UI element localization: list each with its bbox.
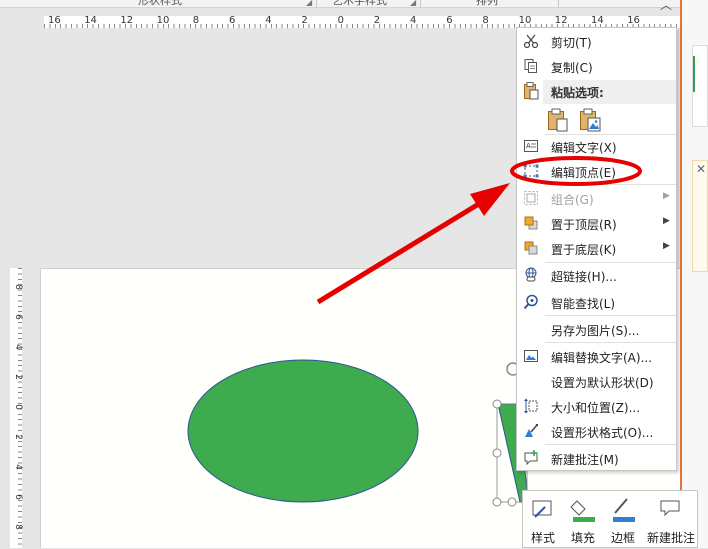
alt-text-icon (524, 350, 538, 362)
scissors-icon (523, 34, 539, 49)
menu-item-bring-to-front[interactable]: 置于顶层(R) ▶ (517, 211, 676, 236)
green-ellipse-shape[interactable] (187, 359, 419, 503)
new-comment-icon (524, 450, 538, 466)
submenu-arrow-icon: ▶ (663, 241, 670, 251)
mini-new-comment-button[interactable]: 新建批注 (643, 491, 699, 549)
menu-item-label: 新建批注(M) (551, 453, 619, 467)
paste-keep-format-icon[interactable] (547, 108, 569, 132)
mini-toolbar: 样式 填充 边框 新建批注 (522, 490, 698, 548)
paste-options-header: 粘贴选项: (543, 80, 676, 104)
svg-text:A: A (526, 142, 531, 150)
menu-item-save-as-picture[interactable]: 另存为图片(S)... (517, 317, 676, 342)
menu-item-format-shape[interactable]: 设置形状格式(O)... (517, 419, 676, 444)
mini-fill-button[interactable]: 填充 (563, 491, 603, 549)
side-panel-indicator (693, 56, 695, 92)
close-icon[interactable]: ✕ (696, 162, 706, 176)
menu-item-label: 超链接(H)... (551, 270, 617, 284)
menu-item-label: 设置形状格式(O)... (551, 426, 654, 440)
menu-item-label: 复制(C) (551, 61, 593, 75)
menu-item-label: 剪切(T) (551, 36, 592, 50)
mini-border-label: 边框 (610, 531, 635, 545)
edit-points-icon (523, 164, 539, 178)
mini-comment-label: 新建批注 (646, 531, 695, 545)
menu-item-label: 编辑顶点(E) (551, 166, 616, 180)
menu-separator (545, 315, 676, 316)
pen-outline-icon (613, 498, 635, 522)
format-shape-icon (525, 424, 538, 437)
paste-as-picture-icon[interactable] (579, 108, 601, 132)
menu-item-label: 大小和位置(Z)... (551, 401, 641, 415)
comment-bubble-icon (660, 500, 680, 517)
submenu-arrow-icon: ▶ (663, 191, 670, 201)
resize-handle[interactable] (492, 399, 502, 409)
mini-border-button[interactable]: 边框 (603, 491, 643, 549)
resize-handle[interactable] (492, 448, 502, 458)
context-menu: 剪切(T) 复制(C) 粘贴选项: A 编辑文字(X) 编辑顶点(E) 组合(G… (516, 27, 677, 471)
group-icon (524, 191, 538, 205)
menu-item-label: 设置为默认形状(D) (551, 376, 654, 390)
edit-text-icon: A (524, 140, 538, 152)
menu-item-edit-text[interactable]: A 编辑文字(X) (517, 134, 676, 159)
menu-item-label: 另存为图片(S)... (551, 324, 640, 338)
mini-fill-label: 填充 (570, 531, 595, 545)
smart-lookup-icon (523, 294, 538, 310)
menu-separator (545, 342, 676, 343)
menu-item-smart-lookup[interactable]: 智能查找(L) (517, 290, 676, 315)
menu-item-label: 智能查找(L) (551, 297, 616, 311)
menu-item-label: 编辑文字(X) (551, 141, 617, 155)
menu-item-cut[interactable]: 剪切(T) (517, 29, 676, 54)
resize-handle[interactable] (492, 497, 502, 507)
menu-item-send-to-back[interactable]: 置于底层(K) ▶ (517, 236, 676, 261)
menu-item-copy[interactable]: 复制(C) (517, 54, 676, 79)
menu-item-edit-points[interactable]: 编辑顶点(E) (517, 159, 676, 184)
menu-item-label: 编辑替换文字(A)... (551, 351, 653, 365)
fill-bucket-icon (570, 500, 595, 522)
send-to-back-icon (524, 241, 538, 255)
menu-item-set-default-shape[interactable]: 设置为默认形状(D) (517, 369, 676, 394)
mini-style-button[interactable]: 样式 (523, 491, 563, 549)
menu-item-hyperlink[interactable]: 超链接(H)... (517, 263, 676, 288)
menu-separator (545, 184, 676, 185)
menu-item-label: 组合(G) (551, 193, 594, 207)
menu-item-label: 置于顶层(R) (551, 218, 617, 232)
resize-handle[interactable] (507, 497, 517, 507)
menu-item-new-comment[interactable]: 新建批注(M) (517, 446, 676, 471)
submenu-arrow-icon: ▶ (663, 216, 670, 226)
bring-to-front-icon (524, 216, 538, 230)
hyperlink-icon (525, 267, 537, 282)
menu-item-size-position[interactable]: 大小和位置(Z)... (517, 394, 676, 419)
menu-item-group[interactable]: 组合(G) ▶ (517, 186, 676, 211)
shape-style-icon (532, 500, 552, 518)
paste-icon (524, 82, 539, 100)
menu-item-edit-alt-text[interactable]: 编辑替换文字(A)... (517, 344, 676, 369)
side-panel-notice (692, 160, 708, 272)
menu-item-label: 置于底层(K) (551, 243, 617, 257)
copy-icon (524, 59, 537, 73)
size-position-icon (524, 398, 538, 414)
menu-separator (545, 444, 676, 445)
mini-style-label: 样式 (530, 531, 555, 545)
